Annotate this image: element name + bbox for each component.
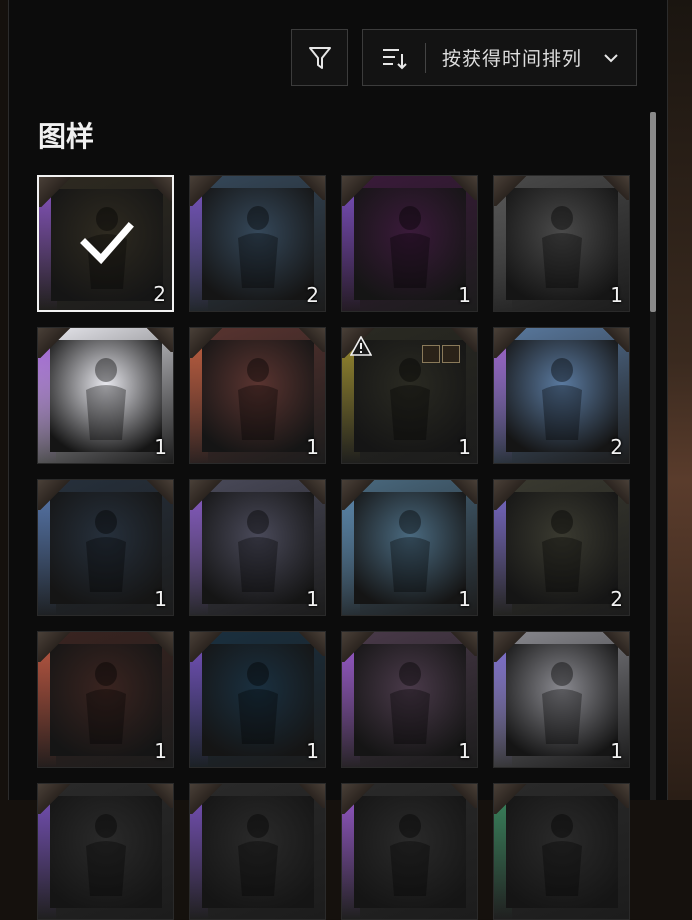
item-tile[interactable] bbox=[37, 783, 174, 920]
sort-label: 按获得时间排列 bbox=[442, 48, 583, 70]
item-count: 1 bbox=[306, 587, 319, 611]
item-count: 1 bbox=[154, 587, 167, 611]
corner-decoration bbox=[601, 176, 629, 200]
corner-decoration bbox=[190, 784, 224, 814]
background-scene bbox=[667, 0, 692, 800]
corner-decoration bbox=[601, 328, 629, 352]
corner-decoration bbox=[145, 328, 173, 352]
corner-decoration bbox=[144, 177, 172, 201]
item-tile[interactable] bbox=[341, 783, 478, 920]
corner-decoration bbox=[38, 480, 72, 510]
section-title: 图样 bbox=[38, 120, 95, 153]
corner-decoration bbox=[494, 176, 528, 206]
item-tile[interactable]: 1 bbox=[493, 631, 630, 768]
corner-decoration bbox=[601, 632, 629, 656]
item-count: 1 bbox=[306, 739, 319, 763]
item-count: 1 bbox=[610, 283, 623, 307]
corner-decoration bbox=[449, 632, 477, 656]
item-tile[interactable]: 2 bbox=[493, 479, 630, 616]
item-tile[interactable] bbox=[493, 783, 630, 920]
item-count: 2 bbox=[610, 587, 623, 611]
item-tile[interactable]: 2 bbox=[189, 175, 326, 312]
item-tile[interactable]: 1 bbox=[189, 327, 326, 464]
corner-decoration bbox=[297, 632, 325, 656]
corner-decoration bbox=[145, 632, 173, 656]
corner-decoration bbox=[297, 784, 325, 808]
item-count: 1 bbox=[458, 435, 471, 459]
corner-decoration bbox=[449, 784, 477, 808]
warning-icon bbox=[349, 335, 373, 356]
corner-decoration bbox=[297, 480, 325, 504]
corner-decoration bbox=[39, 177, 73, 207]
item-count: 1 bbox=[154, 739, 167, 763]
corner-decoration bbox=[601, 784, 629, 808]
sort-divider bbox=[425, 42, 426, 73]
funnel-icon bbox=[308, 46, 331, 69]
attachment-badge-icon bbox=[442, 345, 460, 363]
item-count: 1 bbox=[458, 739, 471, 763]
item-tile[interactable]: 2 bbox=[493, 327, 630, 464]
item-tile[interactable]: 1 bbox=[341, 175, 478, 312]
item-tile[interactable]: 1 bbox=[341, 327, 478, 464]
item-count: 2 bbox=[306, 283, 319, 307]
corner-decoration bbox=[38, 632, 72, 662]
corner-decoration bbox=[342, 176, 376, 206]
corner-decoration bbox=[601, 480, 629, 504]
item-tile[interactable]: 1 bbox=[37, 479, 174, 616]
item-count: 2 bbox=[153, 282, 166, 306]
item-tile[interactable]: 1 bbox=[341, 631, 478, 768]
corner-decoration bbox=[190, 176, 224, 206]
item-tile[interactable]: 1 bbox=[37, 631, 174, 768]
chevron-down-icon bbox=[604, 53, 618, 62]
item-count: 1 bbox=[458, 587, 471, 611]
sort-list-icon bbox=[383, 48, 407, 69]
attachment-badge-icon bbox=[422, 345, 440, 363]
corner-decoration bbox=[494, 632, 528, 662]
item-tile[interactable]: 1 bbox=[341, 479, 478, 616]
corner-decoration bbox=[38, 784, 72, 814]
corner-decoration bbox=[297, 328, 325, 352]
scrollbar-thumb[interactable] bbox=[650, 112, 656, 312]
checkmark-icon bbox=[79, 221, 135, 265]
item-tile[interactable]: 1 bbox=[493, 175, 630, 312]
corner-decoration bbox=[342, 480, 376, 510]
corner-decoration bbox=[494, 328, 528, 358]
item-count: 2 bbox=[610, 435, 623, 459]
corner-decoration bbox=[190, 632, 224, 662]
item-count: 1 bbox=[154, 435, 167, 459]
item-tile[interactable]: 1 bbox=[189, 479, 326, 616]
corner-decoration bbox=[297, 176, 325, 200]
corner-decoration bbox=[342, 632, 376, 662]
corner-decoration bbox=[38, 328, 72, 358]
corner-decoration bbox=[449, 176, 477, 200]
item-tile[interactable]: 2 bbox=[37, 175, 174, 312]
item-tile[interactable]: 1 bbox=[189, 631, 326, 768]
corner-decoration bbox=[145, 480, 173, 504]
corner-decoration bbox=[494, 784, 528, 814]
sort-dropdown[interactable]: 按获得时间排列 bbox=[362, 29, 637, 86]
corner-decoration bbox=[494, 480, 528, 510]
item-count: 1 bbox=[458, 283, 471, 307]
item-count: 1 bbox=[306, 435, 319, 459]
item-tile[interactable]: 1 bbox=[37, 327, 174, 464]
item-tile[interactable] bbox=[189, 783, 326, 920]
filter-button[interactable] bbox=[291, 29, 348, 86]
corner-decoration bbox=[342, 784, 376, 814]
corner-decoration bbox=[449, 480, 477, 504]
corner-decoration bbox=[190, 480, 224, 510]
item-count: 1 bbox=[610, 739, 623, 763]
corner-decoration bbox=[190, 328, 224, 358]
corner-decoration bbox=[145, 784, 173, 808]
